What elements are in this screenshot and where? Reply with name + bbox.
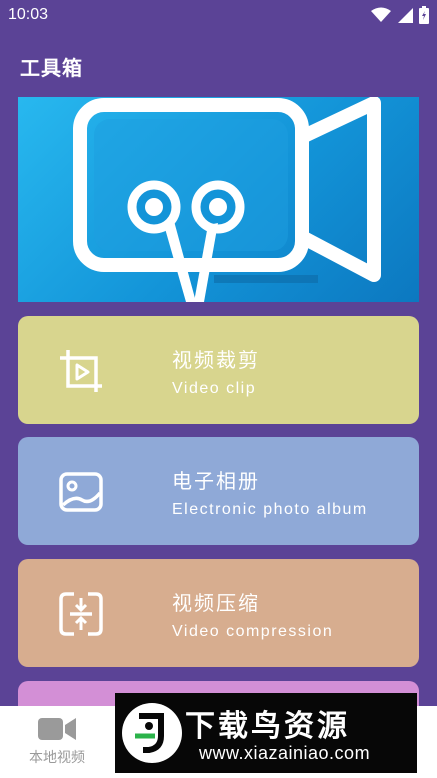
page-title: 工具箱 [20,58,83,80]
crop-icon [60,350,102,392]
banner-image[interactable] [18,97,419,302]
card-subtitle: Video compression [172,623,334,640]
nav-item-local-video[interactable]: 本地视频 [14,716,100,767]
wifi-icon [371,7,391,22]
photo-album-icon [59,472,103,512]
video-camera-icon [38,718,76,740]
card-subtitle: Electronic photo album [172,501,368,518]
card-title: 视频裁剪 [172,350,260,372]
card-title: 视频压缩 [172,593,260,615]
bird-logo-icon [122,703,182,763]
video-camera-scissors-icon [73,97,381,302]
compress-icon [59,592,103,636]
card-subtitle: Video clip [172,380,257,397]
status-icons [371,6,429,24]
video-clip-card[interactable]: 视频裁剪 Video clip [18,316,419,424]
watermark: 下载鸟资源 www.xiazainiao.com [115,693,417,773]
battery-icon [419,6,429,24]
signal-icon [398,8,413,23]
card-title: 电子相册 [172,471,260,493]
status-bar: 10:03 [0,0,437,30]
photo-album-card[interactable]: 电子相册 Electronic photo album [18,437,419,545]
watermark-url: www.xiazainiao.com [199,743,371,763]
status-time: 10:03 [8,6,49,23]
watermark-title: 下载鸟资源 [185,710,350,743]
nav-label: 本地视频 [29,749,85,765]
video-compression-card[interactable]: 视频压缩 Video compression [18,559,419,667]
